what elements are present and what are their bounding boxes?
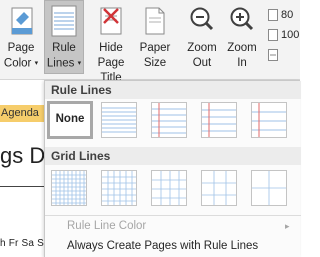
zoom-preset-80[interactable]: 80 <box>268 8 300 22</box>
grid-small-option[interactable] <box>51 170 87 206</box>
wide-ruled-icon <box>252 103 286 137</box>
grid-extra-large-option[interactable] <box>251 170 287 206</box>
rule-lines-dropdown: Rule Lines None Grid Lines Rule Line Col… <box>44 80 301 257</box>
zoom-page-icon <box>268 9 278 21</box>
zoom-preset-100-label: 100 <box>281 29 300 41</box>
rule-lines-icon <box>51 5 77 37</box>
zoom-preset-100[interactable]: 100 <box>268 28 300 42</box>
hide-page-title-icon <box>100 7 122 35</box>
page-color-label-2: Color <box>3 57 32 70</box>
rule-lines-none-option[interactable]: None <box>47 101 93 139</box>
hide-page-title-label-1: Hide <box>99 42 123 54</box>
rule-lines-narrow-option[interactable] <box>101 102 137 138</box>
rule-lines-wide-option[interactable] <box>251 102 287 138</box>
page-width-icon <box>268 49 278 61</box>
rule-lines-label-2: Lines <box>46 57 75 70</box>
college-ruled-icon <box>152 103 186 137</box>
medium-grid-icon <box>102 171 136 205</box>
ribbon: Page Color ▾ Rule Lines ▾ Hide Page Titl… <box>0 0 300 84</box>
paper-size-button[interactable]: Paper Size <box>137 0 173 74</box>
zoom-out-button[interactable]: Zoom Out <box>183 0 221 74</box>
zoom-out-label-2: Out <box>192 57 212 69</box>
grid-large-option[interactable] <box>151 170 187 206</box>
very-large-grid-icon <box>202 171 236 205</box>
rule-lines-standard-option[interactable] <box>201 102 237 138</box>
menu-separator <box>45 215 301 216</box>
section-tab-agenda[interactable]: Agenda <box>0 105 44 122</box>
narrow-ruled-icon <box>102 107 136 133</box>
paper-size-label-1: Paper <box>139 42 171 54</box>
page-color-button[interactable]: Page Color ▾ <box>0 0 42 74</box>
extra-large-grid-icon <box>252 171 286 205</box>
calendar-days-text: h Fr Sa Su <box>0 238 50 249</box>
chevron-down-icon: ▾ <box>77 60 82 67</box>
submenu-arrow-icon: ▸ <box>285 221 290 231</box>
paper-size-label-2: Size <box>143 57 167 69</box>
page-color-icon <box>11 7 33 35</box>
zoom-in-button[interactable]: Zoom In <box>223 0 261 74</box>
zoom-preset-80-label: 80 <box>281 9 294 21</box>
zoom-in-label-1: Zoom <box>227 42 257 54</box>
zoom-out-label-1: Zoom <box>187 42 217 54</box>
rule-lines-college-option[interactable] <box>151 102 187 138</box>
grid-lines-section-header: Grid Lines <box>45 147 301 165</box>
rule-line-color-menu-item[interactable]: Rule Line Color <box>67 219 146 234</box>
standard-ruled-icon <box>202 103 236 137</box>
none-label: None <box>55 113 85 125</box>
chevron-down-icon: ▾ <box>34 60 39 67</box>
zoom-page-icon <box>268 29 278 41</box>
small-grid-icon <box>52 171 86 205</box>
zoom-out-icon <box>190 7 214 31</box>
zoom-in-icon <box>230 7 254 31</box>
always-create-rule-lines-menu-item[interactable]: Always Create Pages with Rule Lines <box>67 239 258 254</box>
rule-lines-label-1: Rule <box>52 42 76 54</box>
hide-page-title-button[interactable]: Hide Page Title <box>86 0 136 84</box>
zoom-preset-page-width[interactable] <box>268 48 300 62</box>
page-color-label-1: Page <box>7 42 35 54</box>
page-divider <box>0 186 44 187</box>
zoom-in-label-2: In <box>237 57 247 69</box>
grid-medium-option[interactable] <box>101 170 137 206</box>
rule-lines-button[interactable]: Rule Lines ▾ <box>44 0 84 74</box>
grid-very-large-option[interactable] <box>201 170 237 206</box>
large-grid-icon <box>152 171 186 205</box>
rule-lines-section-header: Rule Lines <box>45 81 301 99</box>
paper-size-icon <box>145 7 165 35</box>
